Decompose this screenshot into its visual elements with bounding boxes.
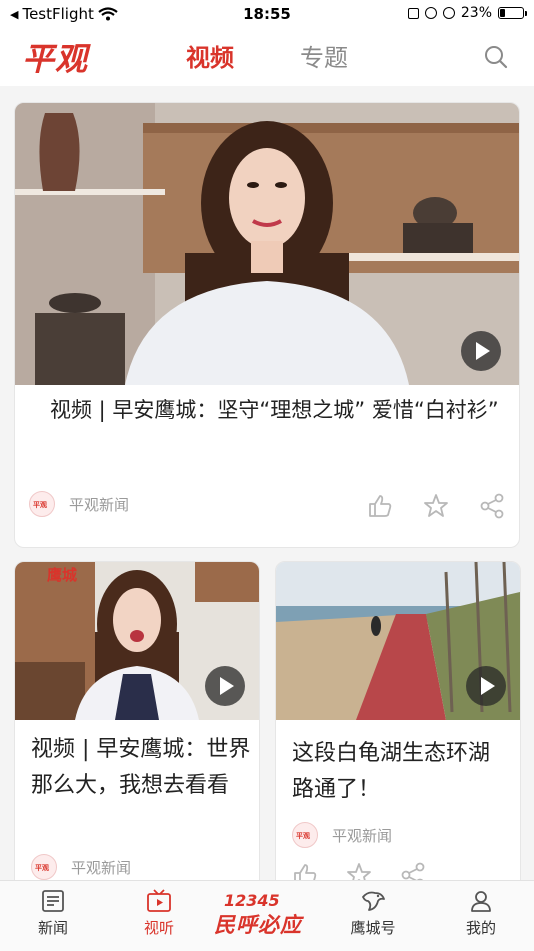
source-name: 平观新闻 bbox=[71, 858, 132, 877]
battery-icon bbox=[498, 7, 527, 19]
play-button[interactable] bbox=[205, 666, 245, 706]
thumbnail-logo: 鹰城 bbox=[47, 566, 78, 584]
video-title[interactable]: 视频 | 早安鹰城：世界那么大，我想去看看 bbox=[31, 732, 251, 804]
video-card[interactable]: 鹰城 视频 | 早安鹰城：世界那么大，我想去看看 平观新闻 bbox=[14, 561, 260, 893]
nav-label: 我的 bbox=[465, 919, 496, 937]
tv-play-icon bbox=[147, 889, 171, 912]
video-title[interactable]: 这段白龟湖生态环湖路通了！ bbox=[292, 736, 506, 808]
tab-topics[interactable]: 专题 bbox=[300, 38, 348, 73]
source-row: 平观新闻 bbox=[29, 491, 129, 517]
nav-label: 视听 bbox=[143, 919, 174, 937]
user-icon bbox=[471, 891, 491, 912]
source-row: 平观新闻 bbox=[31, 854, 131, 880]
video-thumbnail[interactable]: 鹰城 bbox=[15, 562, 259, 720]
app-header: 平观 视频 专题 bbox=[0, 28, 534, 86]
source-name: 平观新闻 bbox=[332, 826, 393, 845]
newspaper-icon bbox=[42, 890, 64, 912]
video-thumbnail[interactable] bbox=[15, 103, 519, 385]
hotline-number: 12345 bbox=[224, 891, 280, 910]
like-icon[interactable] bbox=[367, 493, 393, 519]
thumbnail-image bbox=[15, 103, 519, 385]
hotline-text: 民呼必应 bbox=[214, 913, 302, 937]
video-card[interactable]: 视频 | 早安鹰城：坚守“理想之城” 爱惜“白衬衫” 平观新闻 bbox=[14, 102, 520, 548]
nav-video[interactable]: 视听 bbox=[124, 889, 194, 938]
app-logo: 平观 bbox=[22, 40, 89, 78]
battery-fill bbox=[500, 9, 505, 17]
play-button[interactable] bbox=[461, 331, 501, 371]
source-name: 平观新闻 bbox=[69, 495, 130, 514]
source-avatar bbox=[29, 491, 55, 517]
video-thumbnail[interactable] bbox=[276, 562, 520, 720]
search-icon[interactable] bbox=[484, 45, 508, 69]
share-icon[interactable] bbox=[479, 493, 505, 519]
nav-news[interactable]: 新闻 bbox=[18, 889, 88, 938]
video-title[interactable]: 视频 | 早安鹰城：坚守“理想之城” 爱惜“白衬衫” bbox=[29, 393, 515, 427]
nav-label: 鹰城号 bbox=[350, 919, 396, 937]
battery-percent: 23% bbox=[460, 5, 492, 21]
alarm-icon bbox=[442, 7, 455, 19]
eagle-icon bbox=[362, 891, 385, 911]
play-button[interactable] bbox=[466, 666, 506, 706]
status-indicators: 23% bbox=[407, 5, 527, 21]
rotation-lock-icon bbox=[424, 7, 437, 19]
lock-screen-icon bbox=[407, 7, 419, 19]
favorite-star-icon[interactable] bbox=[423, 493, 449, 519]
source-row: 平观新闻 bbox=[292, 822, 392, 848]
action-row bbox=[367, 493, 505, 519]
nav-me[interactable]: 我的 bbox=[446, 889, 516, 938]
tab-video[interactable]: 视频 bbox=[186, 38, 234, 73]
nav-yingcheng-account[interactable]: 鹰城号 bbox=[338, 889, 408, 938]
hotline-12345-button[interactable]: 12345 民呼必应 bbox=[208, 891, 328, 941]
nav-label: 新闻 bbox=[37, 919, 68, 937]
source-avatar bbox=[31, 854, 57, 880]
source-avatar bbox=[292, 822, 318, 848]
bottom-navigation: 新闻 视听 12345 民呼必应 鹰城号 我的 bbox=[0, 880, 534, 951]
status-bar: ◀ TestFlight 18:55 23% bbox=[0, 0, 534, 28]
video-card[interactable]: 这段白龟湖生态环湖路通了！ 平观新闻 bbox=[275, 561, 521, 893]
